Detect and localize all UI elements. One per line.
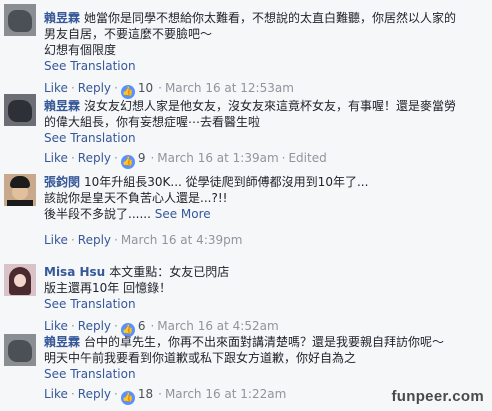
commenter-name[interactable]: 賴昱霖 — [44, 335, 80, 349]
comment-actions: Like · Reply · 👍 9 · March 16 at 1:39am · Edited — [44, 151, 327, 169]
thumbs-up-icon[interactable]: 👍 — [120, 391, 135, 405]
see-translation-link[interactable]: See Translation — [44, 130, 488, 146]
avatar[interactable] — [4, 94, 36, 126]
see-translation-link[interactable]: See Translation — [44, 296, 488, 312]
like-link[interactable]: Like — [44, 233, 68, 247]
comment-line: 賴昱霖 沒女友幻想人家是他女友，沒女友來這竟杯女友，有事喔！還是麥當勞 — [44, 99, 457, 113]
timestamp[interactable]: March 16 at 4:52am — [157, 319, 278, 333]
commenter-name[interactable]: 賴昱霖 — [44, 99, 80, 113]
edited-label[interactable]: Edited — [288, 151, 326, 165]
like-count[interactable]: 10 — [138, 81, 153, 95]
like-link[interactable]: Like — [44, 319, 68, 333]
like-count[interactable]: 9 — [138, 151, 146, 165]
commenter-name[interactable]: Misa Hsu — [44, 265, 105, 279]
see-translation-link[interactable]: See Translation — [44, 366, 488, 382]
timestamp[interactable]: March 16 at 4:39pm — [121, 233, 243, 247]
like-count[interactable]: 18 — [138, 387, 153, 401]
reply-link[interactable]: Reply — [78, 81, 111, 95]
reply-link[interactable]: Reply — [78, 233, 111, 247]
like-count[interactable]: 6 — [138, 319, 146, 333]
comment-line: 張鈞閔 10年升組長30K... 從學徒爬到師傅都沒用到10年了... — [44, 175, 369, 189]
comment-line: 後半段不多說了...... See More — [44, 207, 211, 221]
comment-line: 賴昱霖 她當你是同學不想給你太難看，不想說的太直白難聽，你居然以人家的 — [44, 11, 457, 25]
reply-link[interactable]: Reply — [78, 151, 111, 165]
timestamp[interactable]: March 16 at 1:39am — [157, 151, 278, 165]
thumbs-up-icon[interactable]: 👍 — [120, 155, 135, 169]
commenter-name[interactable]: 賴昱霖 — [44, 11, 80, 25]
reply-link[interactable]: Reply — [78, 319, 111, 333]
like-link[interactable]: Like — [44, 81, 68, 95]
avatar[interactable] — [4, 174, 36, 206]
comment-line: 明天中午前我要看到你道歉或私下跟女方道歉，你好自為之 — [44, 351, 357, 365]
see-more-link[interactable]: See More — [155, 207, 211, 221]
comment-line: 賴昱霖 台中的卓先生，你再不出來面對講清楚嗎？還是我要親自拜訪你呢～ — [44, 335, 445, 349]
thumbs-up-icon[interactable]: 👍 — [120, 85, 135, 99]
comment-line: 幻想有個限度 — [44, 43, 117, 57]
commenter-name[interactable]: 張鈞閔 — [44, 175, 80, 189]
reply-link[interactable]: Reply — [78, 387, 111, 401]
comment-actions: Like · Reply · 👍 6 · March 16 at 4:52am — [44, 319, 279, 337]
comment-line: 男友自居，不要這麼不要臉吧～ — [44, 27, 213, 41]
comment-actions: Like · Reply · 👍 10 · March 16 at 12:53am — [44, 81, 294, 99]
avatar[interactable] — [4, 264, 36, 296]
avatar[interactable] — [4, 4, 36, 36]
timestamp[interactable]: March 16 at 12:53am — [165, 81, 294, 95]
comment-line: 版主還再10年 回憶錄！ — [44, 281, 172, 295]
comment-line: 該說你是皇天不負苦心人還是...?!! — [44, 191, 228, 205]
watermark: funpeer.com — [391, 388, 484, 405]
avatar[interactable] — [4, 334, 36, 366]
comment-line: 的偉大組長，你有妄想症喔⋯去看醫生啦 — [44, 115, 261, 129]
comment-line: Misa Hsu 本文重點：女友已閃店 — [44, 265, 230, 279]
like-link[interactable]: Like — [44, 387, 68, 401]
timestamp[interactable]: March 16 at 1:22am — [165, 387, 286, 401]
see-translation-link[interactable]: See Translation — [44, 58, 488, 74]
like-link[interactable]: Like — [44, 151, 68, 165]
comment-actions: Like · Reply · March 16 at 4:39pm — [44, 233, 243, 247]
